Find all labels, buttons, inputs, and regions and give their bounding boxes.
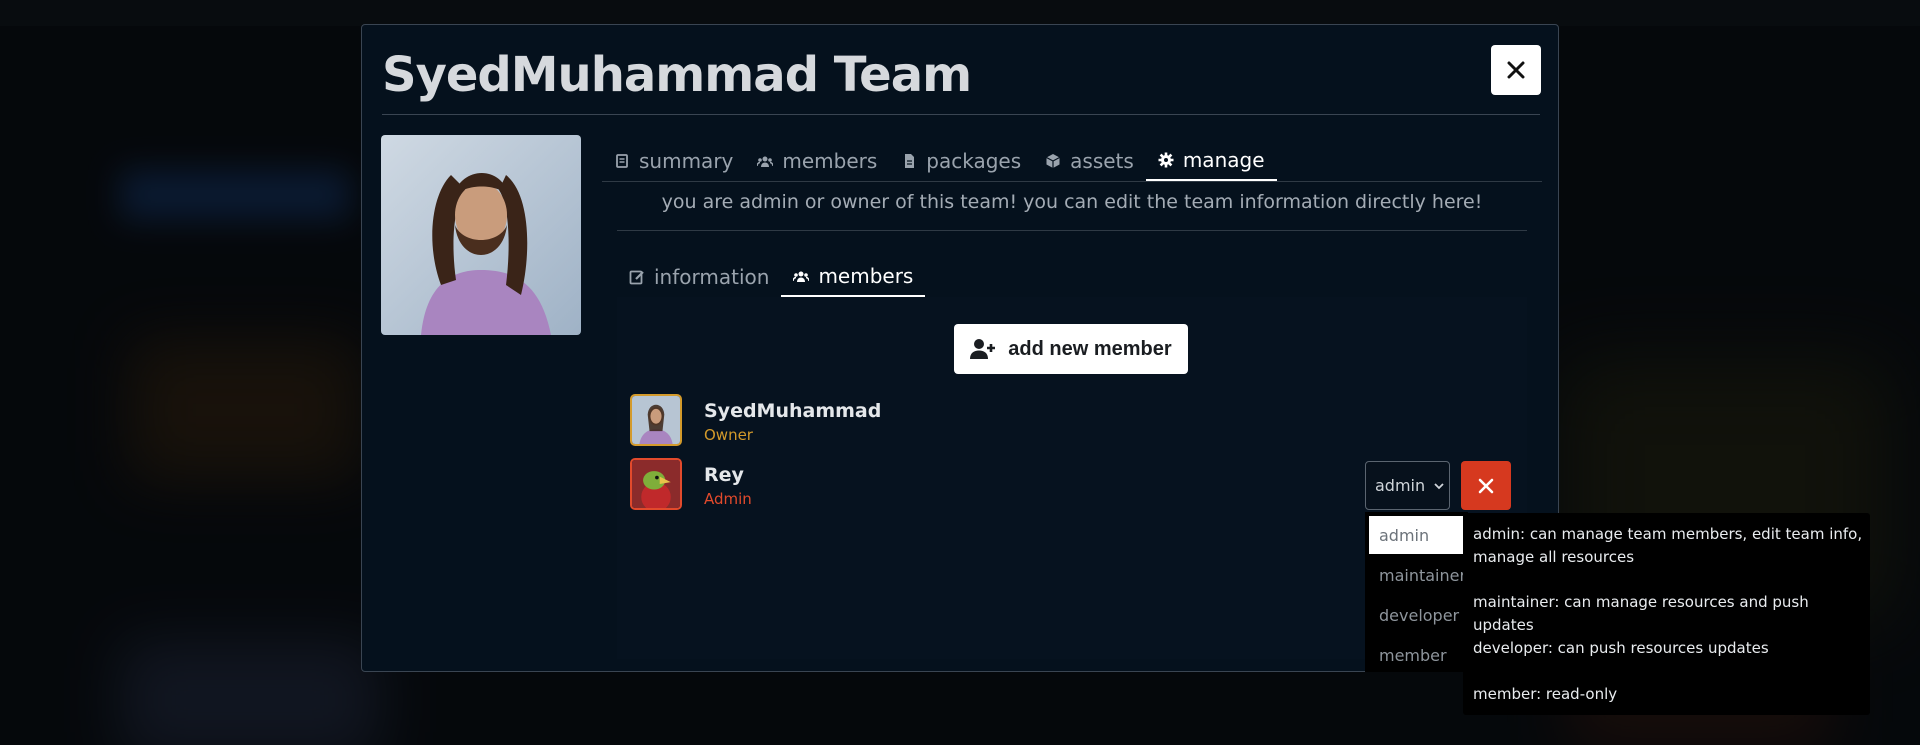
gear-icon bbox=[1158, 152, 1174, 168]
role-help-developer: developer: can push resources updates bbox=[1473, 639, 1769, 657]
user-plus-icon bbox=[970, 338, 996, 360]
manage-subtabs: information members bbox=[617, 257, 1527, 298]
divider bbox=[617, 230, 1527, 231]
member-row: SyedMuhammad Owner bbox=[630, 394, 1510, 450]
tab-packages[interactable]: packages bbox=[889, 141, 1033, 181]
tab-label: members bbox=[818, 264, 914, 288]
tab-members[interactable]: members bbox=[745, 141, 889, 181]
chevron-down-icon bbox=[1433, 480, 1445, 492]
member-name: Rey bbox=[704, 464, 744, 486]
document-icon bbox=[614, 153, 630, 169]
tab-assets[interactable]: assets bbox=[1033, 141, 1146, 181]
add-member-button[interactable]: add new member bbox=[954, 324, 1188, 374]
admin-notice: you are admin or owner of this team! you… bbox=[661, 191, 1483, 213]
remove-member-button[interactable] bbox=[1461, 461, 1511, 510]
edit-icon bbox=[629, 269, 645, 285]
tab-label: members bbox=[782, 149, 878, 173]
role-help-tooltip: admin: can manage team members, edit tea… bbox=[1463, 513, 1870, 715]
role-select-value: admin bbox=[1375, 476, 1426, 495]
role-help-member: member: read-only bbox=[1473, 685, 1618, 703]
tab-label: packages bbox=[926, 149, 1022, 173]
tab-label: assets bbox=[1070, 149, 1134, 173]
file-icon bbox=[901, 153, 917, 169]
cube-icon bbox=[1045, 153, 1061, 169]
subtab-information[interactable]: information bbox=[617, 257, 781, 297]
member-role: Owner bbox=[704, 426, 753, 444]
modal-title: SyedMuhammad Team bbox=[382, 47, 972, 103]
users-icon bbox=[793, 268, 810, 284]
role-select[interactable]: admin bbox=[1365, 461, 1450, 510]
role-dropdown: admin maintainer developer member bbox=[1365, 512, 1468, 672]
close-icon bbox=[1507, 61, 1525, 79]
add-member-label: add new member bbox=[1008, 337, 1172, 360]
tab-label: information bbox=[654, 265, 770, 289]
team-avatar bbox=[381, 135, 581, 335]
role-option-developer[interactable]: developer bbox=[1369, 596, 1463, 634]
close-button[interactable] bbox=[1491, 45, 1541, 95]
member-role: Admin bbox=[704, 490, 752, 508]
tab-label: summary bbox=[639, 149, 734, 173]
role-help-maintainer: maintainer: can manage resources and pus… bbox=[1473, 593, 1809, 634]
close-icon bbox=[1478, 478, 1494, 493]
role-option-maintainer[interactable]: maintainer bbox=[1369, 556, 1466, 594]
tab-label: manage bbox=[1182, 148, 1265, 172]
users-icon bbox=[757, 153, 774, 169]
role-option-member[interactable]: member bbox=[1369, 636, 1463, 674]
tab-manage[interactable]: manage bbox=[1145, 141, 1277, 181]
role-option-admin[interactable]: admin bbox=[1369, 516, 1463, 554]
role-help-admin: admin: can manage team members, edit tea… bbox=[1473, 525, 1863, 566]
avatar bbox=[630, 394, 682, 446]
team-tabs: summary members packages assets manage bbox=[602, 141, 1542, 182]
tab-summary[interactable]: summary bbox=[602, 141, 745, 181]
divider bbox=[382, 114, 1540, 115]
subtab-members[interactable]: members bbox=[781, 257, 926, 297]
avatar bbox=[630, 458, 682, 510]
member-name: SyedMuhammad bbox=[704, 400, 882, 422]
